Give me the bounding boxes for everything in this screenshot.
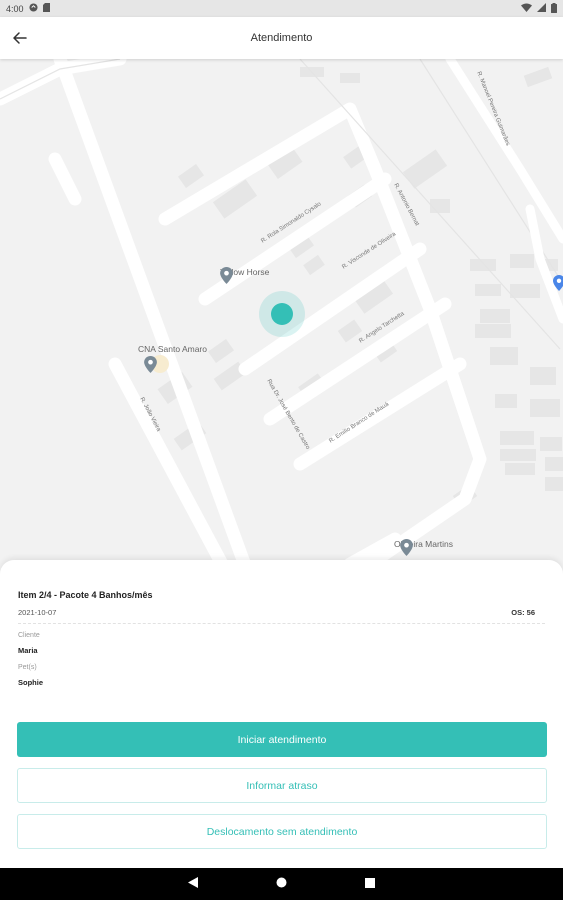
arrow-back-icon	[13, 32, 27, 44]
map-view[interactable]: R. Rola Simonaldo Cysalo R. Antonio Bern…	[0, 59, 563, 579]
back-button[interactable]	[10, 28, 30, 48]
system-nav-bar	[0, 868, 563, 900]
pets-label: Pet(s)	[18, 664, 37, 671]
move-without-service-button[interactable]: Deslocamento sem atendimento	[17, 814, 547, 849]
client-label: Cliente	[18, 632, 40, 639]
signal-icon	[537, 3, 546, 14]
sim-card-icon	[42, 3, 50, 14]
nav-home-icon[interactable]	[276, 875, 287, 893]
start-service-button[interactable]: Iniciar atendimento	[17, 722, 547, 757]
map-pin-icon	[220, 267, 233, 284]
current-location-icon	[259, 291, 305, 337]
start-service-label: Iniciar atendimento	[237, 733, 327, 746]
service-order-number: OS: 56	[511, 608, 535, 617]
map-pin-icon	[553, 275, 563, 291]
status-left: 4:00	[6, 3, 50, 14]
wifi-icon	[521, 3, 532, 14]
status-time: 4:00	[6, 3, 24, 14]
nav-recents-icon[interactable]	[365, 875, 375, 893]
move-without-service-label: Deslocamento sem atendimento	[206, 825, 358, 838]
page-title: Atendimento	[250, 32, 313, 44]
nav-back-icon[interactable]	[188, 875, 198, 893]
poi-label: CNA Santo Amaro	[138, 344, 207, 354]
poi-cna[interactable]: CNA Santo Amaro	[138, 344, 207, 378]
status-right	[521, 2, 557, 15]
item-title: Item 2/4 - Pacote 4 Banhos/mês	[18, 590, 153, 600]
service-details-sheet: Item 2/4 - Pacote 4 Banhos/mês 2021-10-0…	[0, 560, 563, 868]
map-pin-icon	[144, 356, 157, 373]
poi-oliveira[interactable]: Oliveira Martins	[394, 539, 453, 556]
report-delay-button[interactable]: Informar atraso	[17, 768, 547, 803]
pets-value: Sophie	[18, 678, 44, 687]
status-bar: 4:00	[0, 0, 563, 17]
app-bar: Atendimento	[0, 17, 563, 59]
battery-icon	[551, 2, 557, 15]
report-delay-label: Informar atraso	[246, 779, 318, 792]
map-pin-icon	[400, 539, 413, 556]
divider	[18, 623, 545, 624]
sync-icon	[28, 3, 38, 14]
service-date: 2021-10-07	[18, 608, 57, 617]
client-value: Maria	[18, 646, 38, 655]
poi-yellow-horse[interactable]: Yellow Horse	[220, 267, 269, 284]
